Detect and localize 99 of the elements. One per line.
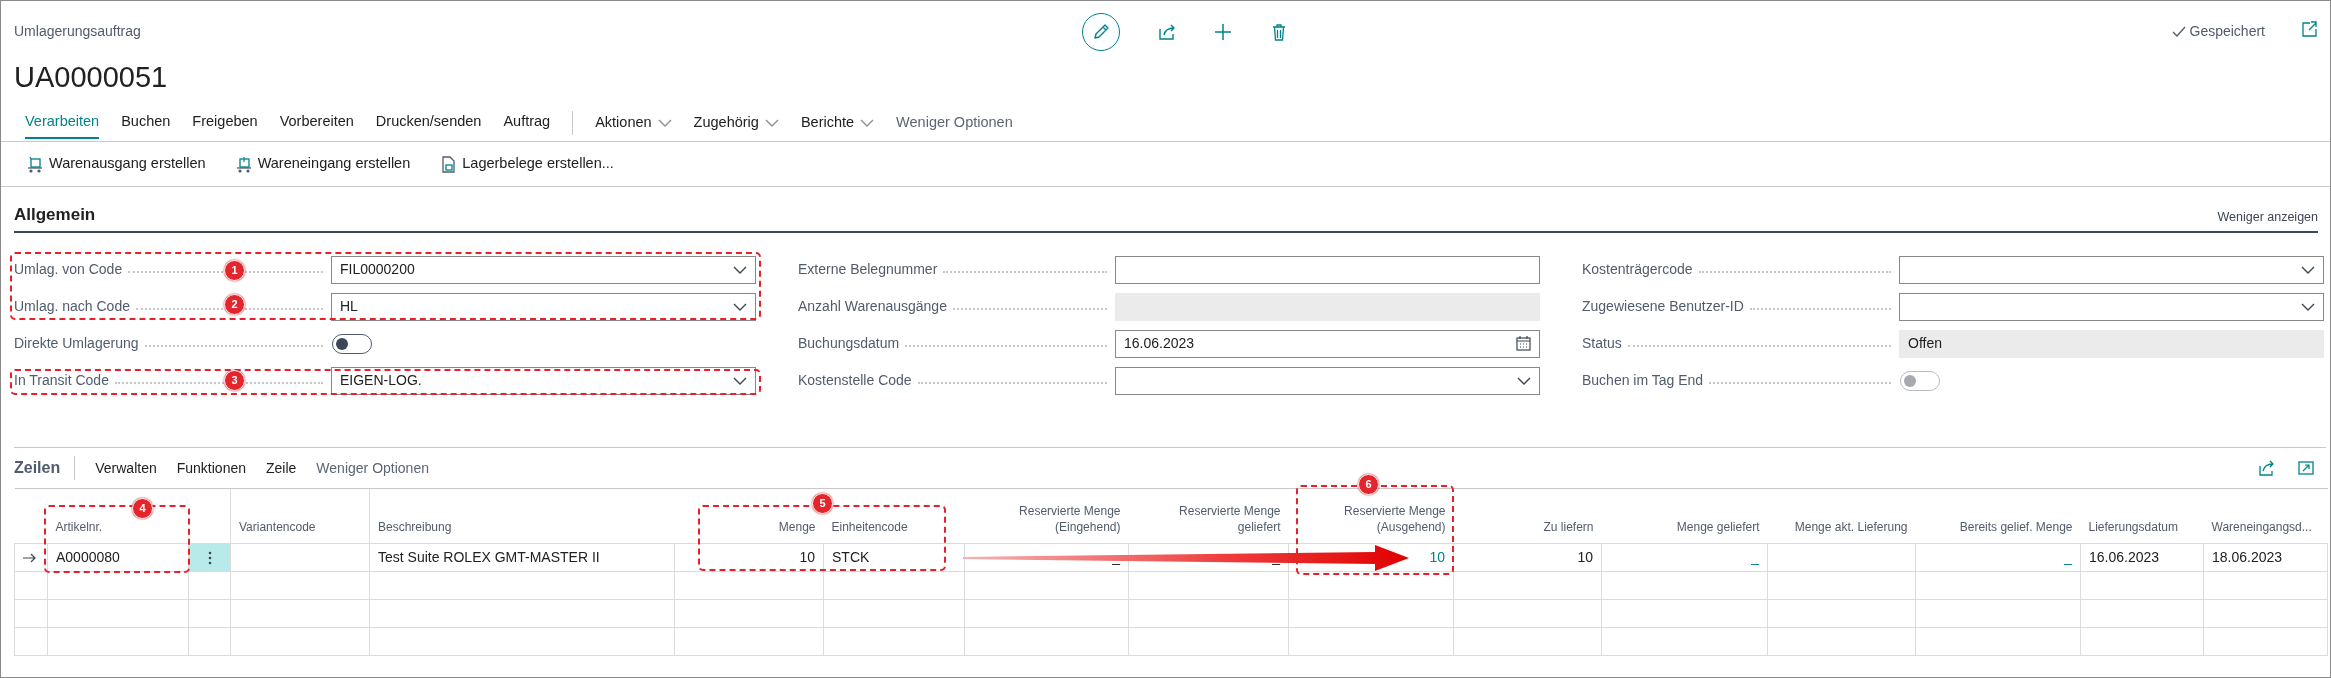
step-marker: 5 (812, 493, 833, 514)
dropdown-field[interactable] (1899, 255, 2324, 284)
share-icon[interactable] (2258, 460, 2274, 476)
step-marker: 1 (224, 260, 245, 281)
action-menu[interactable]: Aktionen (595, 108, 672, 138)
action-menu[interactable]: Zugehörig (693, 108, 779, 138)
field-label: In Transit Code (14, 371, 109, 390)
field-label: Kostenstelle Code (798, 371, 912, 390)
field-label: Buchen im Tag End (1582, 371, 1704, 390)
column-header[interactable]: Reservierte Menge geliefert (1155, 502, 1281, 535)
field-label: Externe Belegnummer (798, 260, 938, 279)
table-cell: _ (1112, 549, 1120, 565)
column-header[interactable]: Wareneingangsd... (2211, 518, 2312, 535)
field-label: Buchungsdatum (798, 334, 900, 353)
lines-menu-item[interactable]: Funktionen (176, 457, 246, 479)
lines-menu-item[interactable]: Verwalten (95, 457, 157, 479)
dropdown-field[interactable] (1115, 366, 1540, 395)
section-title: Allgemein (14, 203, 96, 226)
column-header[interactable]: Zu liefern (1543, 518, 1594, 535)
action-menu[interactable]: Berichte (800, 108, 875, 138)
column-header[interactable]: Bereits gelief. Menge (1959, 518, 2073, 535)
action-tab[interactable]: Drucken/senden (375, 107, 482, 139)
field-label: Kostenträgercode (1582, 260, 1693, 279)
field-label: Anzahl Warenausgänge (798, 297, 947, 316)
dropdown-field[interactable]: HL (331, 292, 756, 321)
edit-button[interactable] (1081, 13, 1120, 51)
less-options-link[interactable]: Weniger Optionen (316, 457, 429, 479)
action-button[interactable]: Wareneingang erstellen (235, 151, 411, 177)
chevron-down-icon (860, 119, 875, 127)
plus-icon[interactable] (1213, 23, 1232, 41)
table-cell: Test Suite ROLEX GMT-MASTER II (378, 549, 600, 565)
pop-out-icon[interactable] (2301, 21, 2317, 37)
dropdown-field[interactable] (1899, 292, 2324, 321)
table-cell[interactable]: 10 (1429, 549, 1445, 565)
column-header[interactable]: Einheitencode (831, 518, 908, 535)
show-less-link[interactable]: Weniger anzeigen (2217, 208, 2318, 227)
dropdown-field[interactable]: FIL0000200 (331, 255, 756, 284)
step-marker: 3 (224, 370, 245, 391)
calendar-icon (1516, 336, 1531, 351)
page-type-label: Umlagerungsauftrag (14, 22, 142, 41)
column-header[interactable]: Artikelnr. (55, 518, 103, 535)
column-header[interactable]: Reservierte Menge (Eingehend) (995, 502, 1121, 535)
chevron-down-icon (733, 302, 747, 311)
table-cell: 10 (1577, 549, 1593, 565)
check-icon (2171, 25, 2186, 38)
readonly-field: Offen (1899, 329, 2324, 358)
column-header[interactable]: Beschreibung (378, 518, 452, 535)
table-cell: STCK (832, 549, 870, 565)
table-cell[interactable]: _ (2064, 549, 2072, 565)
action-tab[interactable]: Auftrag (503, 107, 551, 139)
pencil-icon (1091, 23, 1110, 41)
step-marker: 4 (132, 498, 153, 519)
record-title: UA0000051 (14, 60, 169, 95)
action-tab[interactable]: Vorbereiten (279, 107, 354, 139)
step-marker: 6 (1358, 474, 1379, 495)
section-title: Zeilen (14, 456, 76, 480)
chevron-down-icon (733, 265, 747, 274)
step-marker: 2 (224, 294, 245, 315)
table-cell: 18.06.2023 (2212, 549, 2283, 565)
column-header[interactable]: Variantencode (239, 518, 316, 535)
chevron-down-icon (764, 119, 779, 127)
document-icon (440, 155, 457, 173)
save-status: Gespeichert (2189, 22, 2265, 41)
expand-icon[interactable] (2298, 460, 2314, 476)
action-tab[interactable]: Buchen (121, 107, 171, 139)
field-label: Umlag. nach Code (14, 297, 130, 316)
column-header[interactable]: Menge geliefert (1676, 518, 1760, 535)
column-header[interactable]: Menge akt. Lieferung (1794, 518, 1908, 535)
chevron-down-icon (733, 376, 747, 385)
chevron-down-icon (657, 119, 672, 127)
table-cell: 16.06.2023 (2089, 549, 2160, 565)
column-header[interactable]: Menge (778, 518, 816, 535)
less-options-link[interactable]: Weniger Optionen (896, 108, 1013, 138)
dropdown-field[interactable]: EIGEN-LOG. (331, 366, 756, 395)
toggle-switch[interactable] (332, 333, 372, 354)
column-header[interactable]: Reservierte Menge (Ausgehend) (1320, 502, 1446, 535)
date-field[interactable]: 16.06.2023 (1115, 329, 1540, 358)
box-cart-icon (235, 155, 252, 173)
chevron-down-icon (2301, 302, 2315, 311)
field-label: Direkte Umlagerung (14, 334, 139, 353)
chevron-down-icon (1517, 376, 1531, 385)
input-field[interactable] (1115, 255, 1540, 284)
lines-menu-item[interactable]: Zeile (266, 457, 297, 479)
field-label: Umlag. von Code (14, 260, 123, 279)
action-button[interactable]: Lagerbelege erstellen... (440, 151, 614, 177)
share-icon[interactable] (1157, 23, 1176, 41)
action-tab[interactable]: Verarbeiten (25, 107, 100, 139)
table-cell: _ (1272, 549, 1280, 565)
chevron-down-icon (2301, 265, 2315, 274)
more-options-icon[interactable] (207, 551, 212, 566)
box-cart-icon (27, 155, 43, 173)
column-header[interactable]: Lieferungsdatum (2088, 518, 2178, 535)
field-label: Zugewiesene Benutzer-ID (1582, 297, 1744, 316)
table-cell: A0000080 (56, 549, 120, 565)
action-tab[interactable]: Freigeben (192, 107, 258, 139)
table-cell: 10 (799, 549, 815, 565)
field-label: Status (1582, 334, 1622, 353)
action-button[interactable]: Warenausgang erstellen (27, 151, 206, 177)
table-cell[interactable]: _ (1751, 549, 1759, 565)
